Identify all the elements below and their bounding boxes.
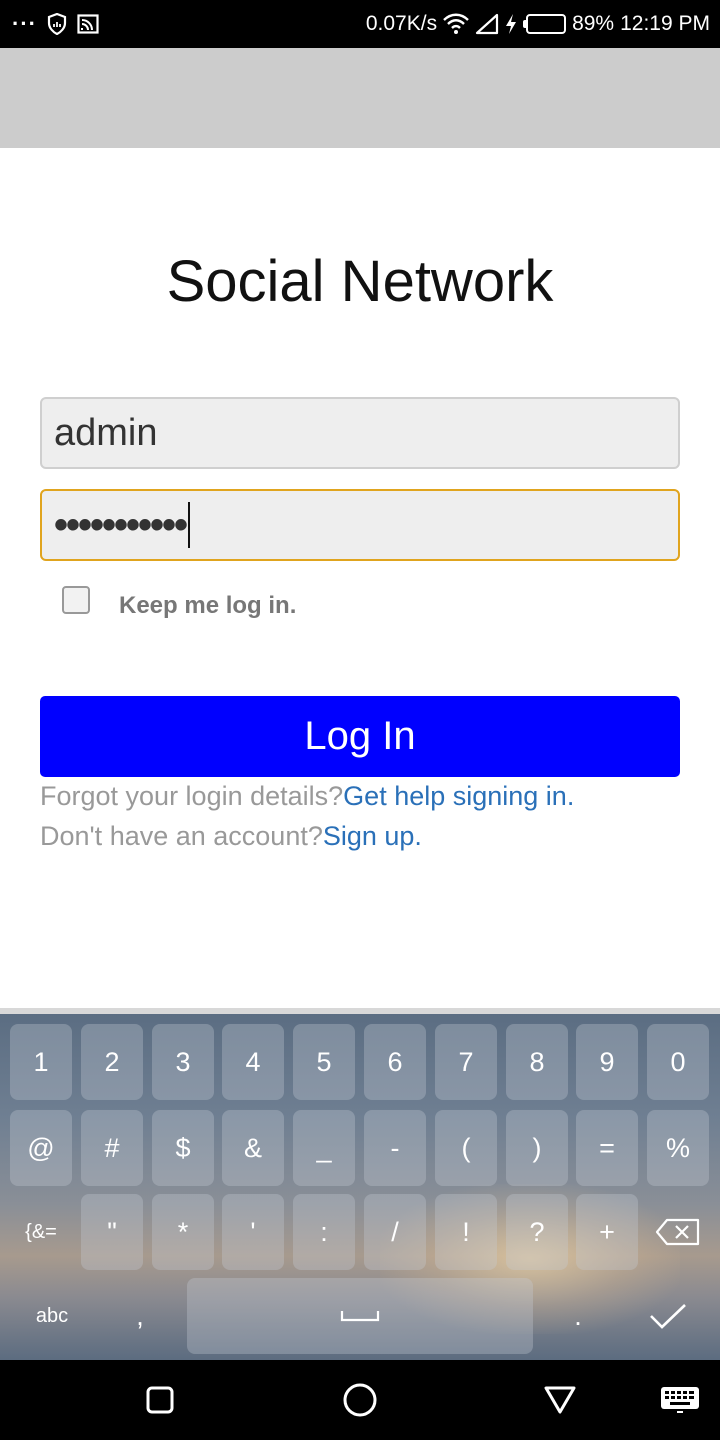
key-close-paren[interactable]: ): [506, 1110, 568, 1186]
login-button[interactable]: Log In: [40, 696, 680, 777]
key-open-paren[interactable]: (: [435, 1110, 497, 1186]
key-abc[interactable]: abc: [10, 1278, 94, 1354]
remember-checkbox[interactable]: [62, 586, 90, 614]
signup-line: Don't have an account?Sign up.: [40, 821, 422, 852]
key-4[interactable]: 4: [222, 1024, 284, 1100]
recent-apps-icon[interactable]: [120, 1360, 200, 1440]
key-dollar[interactable]: $: [152, 1110, 214, 1186]
navigation-bar: [0, 1360, 720, 1440]
key-5[interactable]: 5: [293, 1024, 355, 1100]
soft-keyboard: 1 2 3 4 5 6 7 8 9 0 @ # $ & _ - ( ) = % …: [0, 1008, 720, 1360]
page-title: Social Network: [166, 249, 554, 314]
key-plus[interactable]: +: [576, 1194, 638, 1270]
key-7[interactable]: 7: [435, 1024, 497, 1100]
key-double-quote[interactable]: ": [81, 1194, 143, 1270]
more-dots-icon: ···: [12, 11, 37, 36]
text-caret: [188, 502, 191, 548]
key-hash[interactable]: #: [81, 1110, 143, 1186]
key-slash[interactable]: /: [364, 1194, 426, 1270]
battery-percent: 89%: [572, 12, 615, 35]
key-asterisk[interactable]: *: [152, 1194, 214, 1270]
clock: 12:19 PM: [620, 12, 710, 35]
key-3[interactable]: 3: [152, 1024, 214, 1100]
key-symbols-toggle[interactable]: {&=: [10, 1194, 72, 1270]
sign-up-link[interactable]: Sign up.: [323, 821, 422, 851]
key-underscore[interactable]: _: [293, 1110, 355, 1186]
signal-icon: [475, 13, 499, 35]
key-colon[interactable]: :: [293, 1194, 355, 1270]
key-equals[interactable]: =: [576, 1110, 638, 1186]
forgot-text: Forgot your login details?: [40, 781, 344, 811]
password-input[interactable]: •••••••••••: [40, 489, 680, 561]
key-apostrophe[interactable]: ': [222, 1194, 284, 1270]
remember-label: Keep me log in.: [119, 592, 297, 619]
battery-icon: [523, 14, 567, 34]
shield-icon: [47, 13, 67, 35]
wifi-icon: [443, 13, 469, 35]
key-0[interactable]: 0: [647, 1024, 709, 1100]
network-speed: 0.07K/s: [365, 12, 438, 35]
cast-icon: [77, 14, 99, 34]
charging-icon: [505, 13, 517, 35]
key-question[interactable]: ?: [506, 1194, 568, 1270]
key-comma[interactable]: ,: [110, 1278, 170, 1354]
key-exclamation[interactable]: !: [435, 1194, 497, 1270]
help-signing-in-link[interactable]: Get help signing in.: [343, 781, 574, 811]
key-1[interactable]: 1: [10, 1024, 72, 1100]
key-6[interactable]: 6: [364, 1024, 426, 1100]
key-2[interactable]: 2: [81, 1024, 143, 1100]
username-input[interactable]: admin: [40, 397, 680, 469]
key-ampersand[interactable]: &: [222, 1110, 284, 1186]
key-period[interactable]: .: [548, 1278, 608, 1354]
app-bar: [0, 48, 720, 148]
home-icon[interactable]: [320, 1360, 400, 1440]
key-hyphen[interactable]: -: [364, 1110, 426, 1186]
key-8[interactable]: 8: [506, 1024, 568, 1100]
keyboard-switch-icon[interactable]: [640, 1360, 720, 1440]
forgot-line: Forgot your login details?Get help signi…: [40, 781, 574, 812]
status-bar: ··· 0.07K/s 89% 12:19 PM: [0, 0, 720, 48]
key-percent[interactable]: %: [647, 1110, 709, 1186]
key-at[interactable]: @: [10, 1110, 72, 1186]
signup-text: Don't have an account?: [40, 821, 323, 851]
key-9[interactable]: 9: [576, 1024, 638, 1100]
enter-check-icon[interactable]: [630, 1278, 706, 1354]
space-key[interactable]: [187, 1278, 533, 1354]
password-value: •••••••••••: [54, 502, 188, 547]
username-value: admin: [54, 411, 158, 454]
back-icon[interactable]: [520, 1360, 600, 1440]
remember-me[interactable]: Keep me log in.: [62, 586, 296, 619]
backspace-icon[interactable]: [647, 1194, 709, 1270]
